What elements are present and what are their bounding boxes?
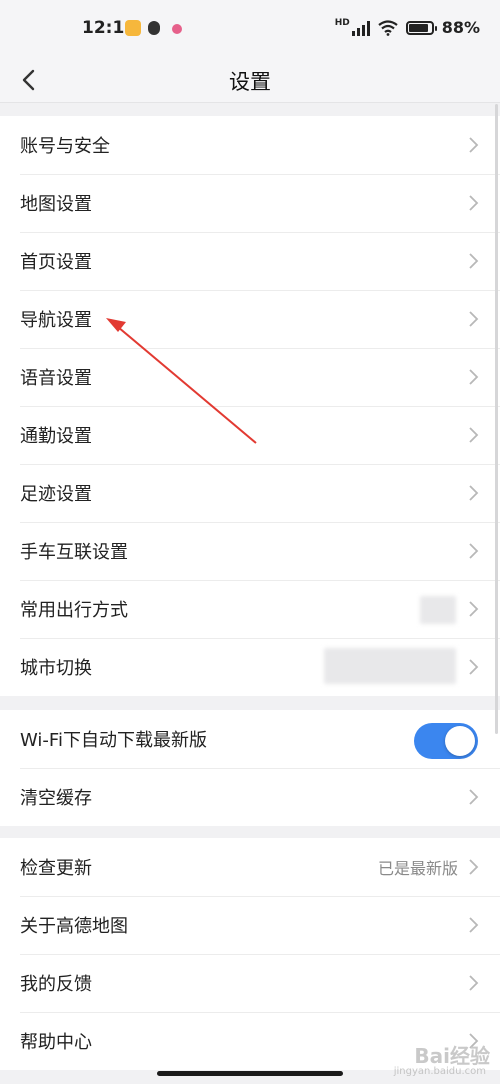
item-label: 帮助中心 (20, 1032, 92, 1053)
baidu-jingyan-watermark: Bai经验 (414, 1044, 490, 1068)
battery-percent: 88% (441, 18, 480, 37)
redacted-value (420, 596, 456, 624)
settings-item-travel-mode[interactable]: 常用出行方式 (0, 580, 500, 638)
update-status: 已是最新版 (377, 859, 458, 878)
settings-item-account-security[interactable]: 账号与安全 (0, 116, 500, 174)
item-label: 首页设置 (20, 252, 92, 273)
item-label: Wi-Fi下自动下载最新版 (20, 730, 207, 751)
chevron-right-icon (469, 789, 479, 805)
chevron-right-icon (469, 917, 479, 933)
chevron-right-icon (469, 253, 479, 269)
item-label: 常用出行方式 (20, 600, 128, 621)
chevron-right-icon (469, 369, 479, 385)
scrollbar[interactable] (495, 104, 498, 734)
chevron-right-icon (469, 485, 479, 501)
settings-item-voice[interactable]: 语音设置 (0, 348, 500, 406)
item-label: 检查更新 (20, 858, 92, 879)
wifi-download-toggle[interactable] (414, 723, 478, 759)
settings-item-car-phone-link[interactable]: 手车互联设置 (0, 522, 500, 580)
item-label: 城市切换 (20, 658, 92, 679)
page-title: 设置 (229, 70, 271, 94)
settings-item-navigation[interactable]: 导航设置 (0, 290, 500, 348)
settings-group-main: 账号与安全 地图设置 首页设置 导航设置 语音设置 通勤设置 足迹设置 手车互联… (0, 116, 500, 696)
settings-item-map[interactable]: 地图设置 (0, 174, 500, 232)
item-label: 导航设置 (20, 310, 92, 331)
item-label: 手车互联设置 (20, 542, 128, 563)
item-label: 语音设置 (20, 368, 92, 389)
settings-item-footprint[interactable]: 足迹设置 (0, 464, 500, 522)
settings-item-home[interactable]: 首页设置 (0, 232, 500, 290)
chevron-right-icon (469, 601, 479, 617)
signal-icon (351, 20, 370, 36)
settings-item-clear-cache[interactable]: 清空缓存 (0, 768, 500, 826)
settings-item-city-switch[interactable]: 城市切换 (0, 638, 500, 696)
network-type: HD (334, 18, 350, 28)
chevron-right-icon (469, 975, 479, 991)
notification-dot-icon (172, 24, 182, 34)
qq-icon (148, 21, 160, 35)
settings-item-commute[interactable]: 通勤设置 (0, 406, 500, 464)
chevron-right-icon (469, 195, 479, 211)
settings-item-wifi-auto-download: Wi-Fi下自动下载最新版 (0, 710, 500, 768)
settings-item-check-update[interactable]: 检查更新 已是最新版 (0, 838, 500, 896)
item-label: 地图设置 (20, 194, 92, 215)
chevron-right-icon (469, 859, 479, 875)
notification-app-icon (125, 20, 141, 36)
status-indicators: HD 88% (335, 18, 480, 37)
battery-fill (408, 23, 429, 32)
settings-group-download: Wi-Fi下自动下载最新版 清空缓存 (0, 710, 500, 826)
item-label: 账号与安全 (20, 136, 110, 157)
settings-group-about: 检查更新 已是最新版 关于高德地图 我的反馈 帮助中心 (0, 838, 500, 1070)
settings-item-about[interactable]: 关于高德地图 (0, 896, 500, 954)
item-label: 我的反馈 (20, 974, 92, 995)
home-indicator[interactable] (157, 1071, 343, 1076)
item-label: 关于高德地图 (20, 916, 128, 937)
wifi-icon (378, 19, 398, 36)
item-label: 足迹设置 (20, 484, 92, 505)
status-bar: 12:10 HD 88% (0, 0, 500, 58)
chevron-right-icon (469, 137, 479, 153)
chevron-right-icon (469, 311, 479, 327)
item-label: 通勤设置 (20, 426, 92, 447)
item-label: 清空缓存 (20, 788, 92, 809)
chevron-right-icon (469, 659, 479, 675)
battery-icon (405, 20, 437, 35)
toggle-knob (445, 726, 475, 756)
redacted-value (324, 648, 456, 684)
navigation-bar: 设置 (0, 58, 500, 103)
chevron-right-icon (469, 543, 479, 559)
settings-item-feedback[interactable]: 我的反馈 (0, 954, 500, 1012)
chevron-right-icon (469, 427, 479, 443)
watermark-url: jingyan.baidu.com (393, 1066, 486, 1077)
